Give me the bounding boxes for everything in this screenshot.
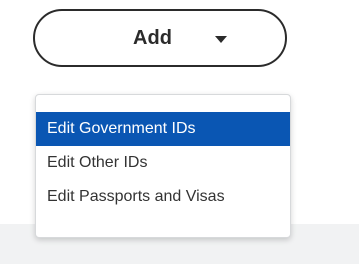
add-dropdown-menu: Edit Government IDs Edit Other IDs Edit … [35, 94, 291, 238]
add-button-label: Add [133, 27, 172, 49]
menu-item-edit-government-ids[interactable]: Edit Government IDs [36, 112, 290, 146]
menu-item-label: Edit Other IDs [47, 154, 148, 171]
menu-item-edit-passports-and-visas[interactable]: Edit Passports and Visas [36, 180, 290, 214]
add-button[interactable]: Add [33, 9, 287, 67]
menu-item-label: Edit Passports and Visas [47, 188, 225, 205]
menu-item-edit-other-ids[interactable]: Edit Other IDs [36, 146, 290, 180]
caret-down-icon [214, 35, 227, 43]
menu-item-label: Edit Government IDs [47, 120, 196, 137]
